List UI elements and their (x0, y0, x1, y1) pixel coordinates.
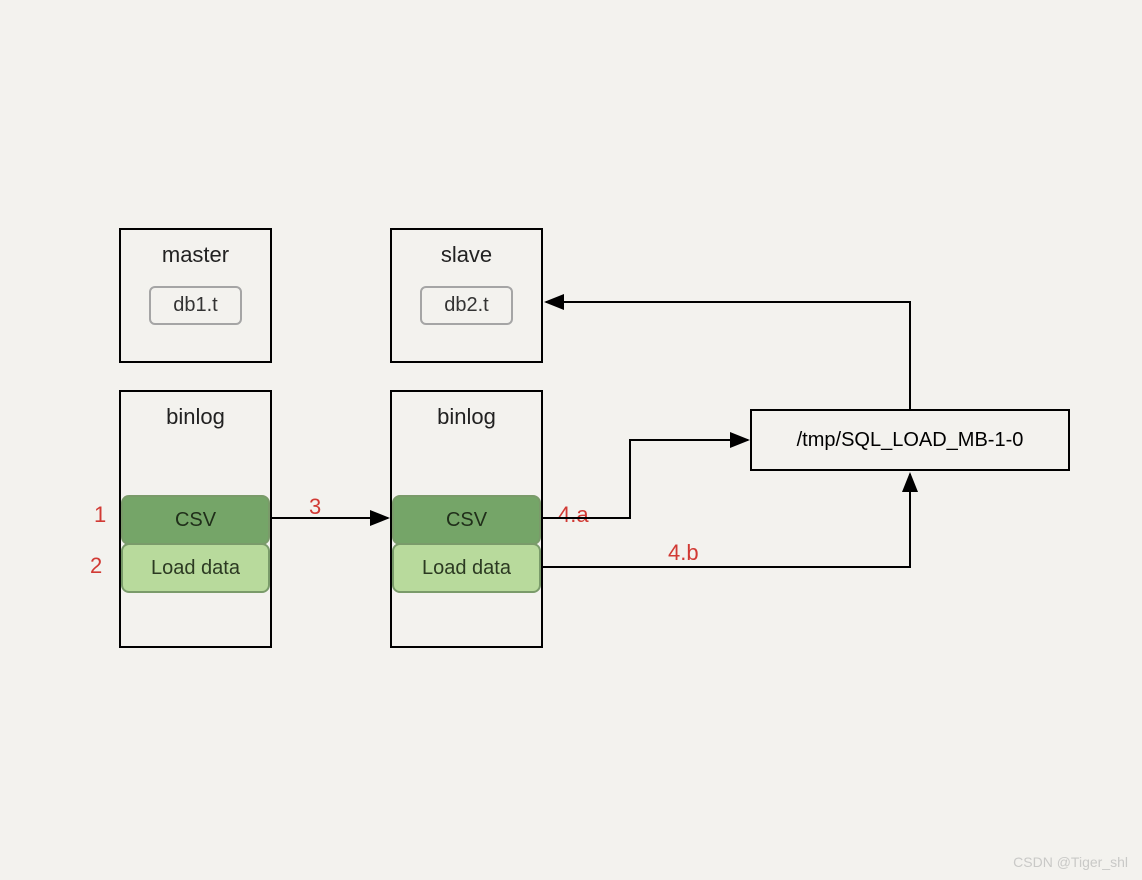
label-4a: 4.a (558, 502, 589, 528)
slave-db-label: db2.t (420, 286, 512, 325)
label-2: 2 (90, 553, 102, 579)
binlog-slave-title: binlog (437, 404, 496, 430)
slave-box: slave db2.t (390, 228, 543, 363)
label-1: 1 (94, 502, 106, 528)
binlog-master-title: binlog (166, 404, 225, 430)
arrow-tmp-to-slave (546, 302, 910, 409)
tmp-file-label: /tmp/SQL_LOAD_MB-1-0 (797, 429, 1024, 452)
slave-title: slave (441, 242, 492, 268)
master-box: master db1.t (119, 228, 272, 363)
master-title: master (162, 242, 229, 268)
binlog-slave-box: binlog CSV Load data (390, 390, 543, 648)
binlog-slave-csv: CSV (392, 495, 541, 545)
binlog-master-load: Load data (121, 543, 270, 593)
binlog-master-csv: CSV (121, 495, 270, 545)
arrow-4b (543, 474, 910, 567)
binlog-master-box: binlog CSV Load data (119, 390, 272, 648)
binlog-slave-load: Load data (392, 543, 541, 593)
master-db-label: db1.t (149, 286, 241, 325)
tmp-file-box: /tmp/SQL_LOAD_MB-1-0 (750, 409, 1070, 471)
watermark: CSDN @Tiger_shl (1013, 854, 1128, 870)
label-3: 3 (309, 494, 321, 520)
label-4b: 4.b (668, 540, 699, 566)
